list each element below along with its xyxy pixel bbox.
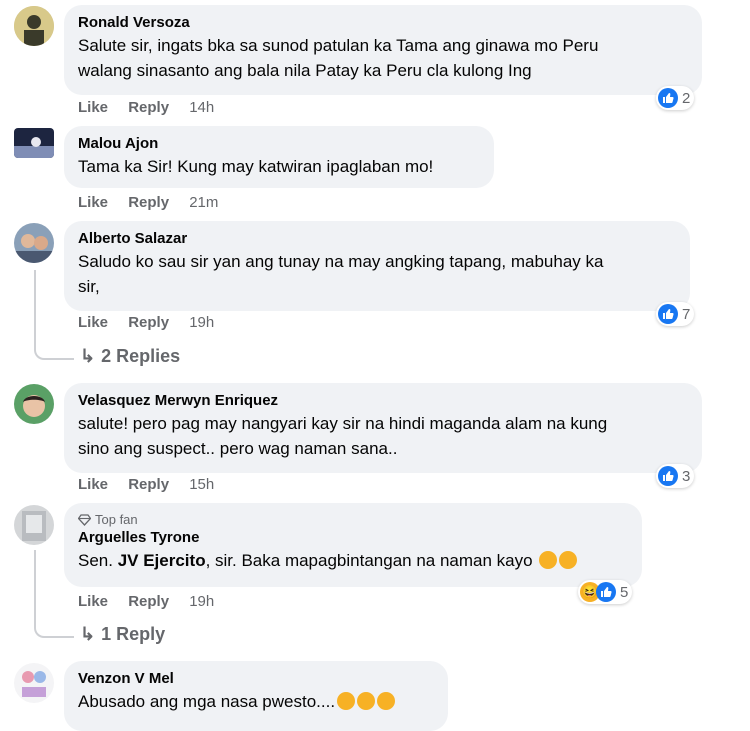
thread-connector	[34, 550, 74, 638]
comment-text: Salute sir, ingats bka sa sunod patulan …	[78, 36, 599, 55]
comment-text: Sen. JV Ejercito, sir. Baka mapagbintang…	[78, 548, 628, 573]
smile-emoji-icon	[559, 551, 578, 569]
reply-button[interactable]: Reply	[128, 593, 169, 610]
comment-timestamp[interactable]: 15h	[189, 476, 214, 493]
mention-link[interactable]: JV Ejercito	[118, 551, 206, 570]
comment-bubble: Malou Ajon Tama ka Sir! Kung may katwira…	[64, 126, 494, 188]
reply-arrow-icon: ↳	[80, 346, 96, 366]
reaction-number: 7	[682, 305, 691, 323]
like-button[interactable]: Like	[78, 476, 108, 493]
reaction-number: 2	[682, 89, 691, 107]
thumbs-up-icon	[596, 582, 616, 602]
comment-bubble: Velasquez Merwyn Enriquez salute! pero p…	[64, 383, 702, 473]
avatar[interactable]	[14, 223, 54, 263]
comment-timestamp[interactable]: 19h	[189, 314, 214, 331]
comment-text: sino ang suspect.. pero wag naman sana..	[78, 439, 398, 458]
comment-text: walang sinasanto ang bala nila Patay ka …	[78, 61, 532, 80]
comment-text: Tama ka Sir! Kung may katwiran ipaglaban…	[78, 157, 434, 176]
comment-text: Abusado ang mga nasa pwesto....	[78, 689, 434, 714]
comment-bubble: Alberto Salazar Saludo ko sau sir yan an…	[64, 221, 690, 311]
comment-text-prefix: Sen.	[78, 551, 118, 570]
comment-author[interactable]: Arguelles Tyrone	[78, 528, 628, 548]
comment-author[interactable]: Malou Ajon	[78, 134, 480, 154]
reply-button[interactable]: Reply	[128, 314, 169, 331]
view-replies-link[interactable]: ↳ 1 Reply	[80, 624, 165, 645]
comment-actions: Like Reply 15h	[78, 476, 230, 493]
reaction-count[interactable]: 😆 5	[578, 580, 633, 604]
comment-actions: Like Reply 21m	[78, 194, 234, 211]
avatar[interactable]	[14, 663, 54, 703]
reaction-count[interactable]: 2	[656, 86, 695, 110]
grin-emoji-icon	[539, 551, 558, 569]
comment-text-body: Abusado ang mga nasa pwesto....	[78, 692, 336, 711]
comment-author[interactable]: Venzon V Mel	[78, 669, 434, 689]
comment-author[interactable]: Ronald Versoza	[78, 13, 688, 33]
top-fan-label: Top fan	[95, 512, 138, 527]
diamond-badge-icon	[78, 514, 91, 526]
like-button[interactable]: Like	[78, 194, 108, 211]
comment-timestamp[interactable]: 19h	[189, 593, 214, 610]
like-button[interactable]: Like	[78, 99, 108, 116]
top-fan-badge: Top fan	[78, 512, 628, 528]
reaction-number: 3	[682, 467, 691, 485]
comment-timestamp[interactable]: 21m	[189, 194, 218, 211]
reply-button[interactable]: Reply	[128, 194, 169, 211]
comment-author[interactable]: Alberto Salazar	[78, 229, 676, 249]
reaction-number: 5	[620, 583, 629, 601]
reaction-count[interactable]: 7	[656, 302, 695, 326]
avatar[interactable]	[14, 6, 54, 46]
comment-timestamp[interactable]: 14h	[189, 99, 214, 116]
thumbs-up-icon	[658, 304, 678, 324]
comment-text: salute! pero pag may nangyari kay sir na…	[78, 414, 608, 433]
comment-author[interactable]: Velasquez Merwyn Enriquez	[78, 391, 688, 411]
replies-count: 1 Reply	[101, 624, 166, 644]
reply-button[interactable]: Reply	[128, 99, 169, 116]
avatar[interactable]	[14, 505, 54, 545]
comment-bubble: Top fan Arguelles Tyrone Sen. JV Ejercit…	[64, 503, 642, 587]
laugh-emoji-icon	[337, 692, 356, 710]
reply-button[interactable]: Reply	[128, 476, 169, 493]
thumbs-up-icon	[658, 88, 678, 108]
comment-actions: Like Reply 19h	[78, 314, 230, 331]
comment-text: sir,	[78, 277, 100, 296]
comment-text-rest: , sir. Baka mapagbintangan na naman kayo	[205, 551, 533, 570]
laugh-emoji-icon	[377, 692, 396, 710]
reaction-count[interactable]: 3	[656, 464, 695, 488]
comment-actions: Like Reply 14h	[78, 99, 230, 116]
laugh-emoji-icon	[357, 692, 376, 710]
replies-count: 2 Replies	[101, 346, 181, 366]
view-replies-link[interactable]: ↳ 2 Replies	[80, 346, 180, 367]
reply-arrow-icon: ↳	[80, 624, 96, 644]
avatar[interactable]	[14, 384, 54, 424]
like-button[interactable]: Like	[78, 314, 108, 331]
comment-bubble: Ronald Versoza Salute sir, ingats bka sa…	[64, 5, 702, 95]
avatar[interactable]	[14, 128, 54, 158]
comment-text: Saludo ko sau sir yan ang tunay na may a…	[78, 252, 604, 271]
like-button[interactable]: Like	[78, 593, 108, 610]
thread-connector	[34, 270, 74, 360]
comment-actions: Like Reply 19h	[78, 593, 230, 610]
thumbs-up-icon	[658, 466, 678, 486]
